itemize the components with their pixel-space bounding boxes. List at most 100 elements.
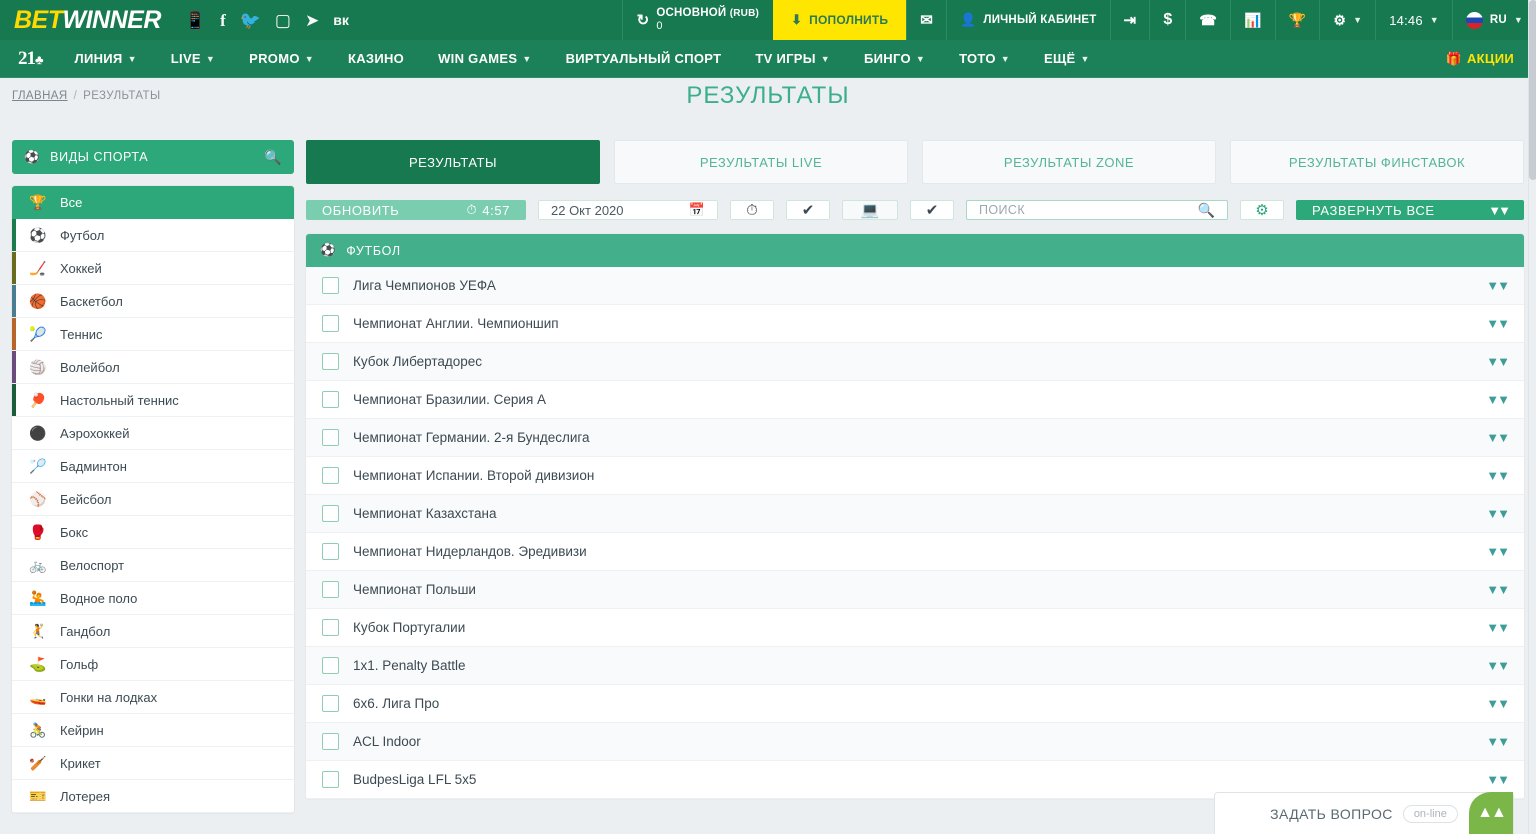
sidebar-item-15[interactable]: 🚤 Гонки на лодках	[12, 681, 294, 714]
sidebar-item-8[interactable]: 🏸 Бадминтон	[12, 450, 294, 483]
sidebar-item-13[interactable]: 🤾 Гандбол	[12, 615, 294, 648]
messages-button[interactable]: ✉	[906, 0, 946, 40]
league-checkbox[interactable]	[322, 543, 339, 560]
league-checkbox[interactable]	[322, 733, 339, 750]
deposit-button[interactable]: ⬇ ПОПОЛНИТЬ	[773, 0, 907, 40]
nav-item-5[interactable]: ВИРТУАЛЬНЫЙ СПОРТ	[549, 40, 739, 77]
sidebar-item-3[interactable]: 🏀 Баскетбол	[12, 285, 294, 318]
league-checkbox[interactable]	[322, 277, 339, 294]
confirm-display-button[interactable]: ✔	[910, 200, 954, 220]
double-chevron-down-icon[interactable]: ▼▼	[1486, 772, 1510, 787]
nav-item-6[interactable]: TV ИГРЫ ▼	[738, 40, 847, 77]
settings-button[interactable]: ⚙ ▼	[1319, 0, 1375, 40]
double-chevron-down-icon[interactable]: ▼▼	[1486, 354, 1510, 369]
league-checkbox[interactable]	[322, 315, 339, 332]
scroll-to-top-button[interactable]: ▲▲	[1469, 792, 1513, 834]
sidebar-item-0[interactable]: 🏆 Все	[12, 186, 294, 219]
league-row[interactable]: Чемпионат Нидерландов. Эредивизи ▼▼	[306, 533, 1524, 571]
statistics-button[interactable]: 📊	[1230, 0, 1275, 40]
double-chevron-down-icon[interactable]: ▼▼	[1486, 468, 1510, 483]
tab-3[interactable]: РЕЗУЛЬТАТЫ ФИНСТАВОК	[1230, 140, 1524, 184]
sidebar-item-14[interactable]: ⛳ Гольф	[12, 648, 294, 681]
double-chevron-down-icon[interactable]: ▼▼	[1486, 392, 1510, 407]
nav-item-3[interactable]: КАЗИНО	[331, 40, 421, 77]
sidebar-item-2[interactable]: 🏒 Хоккей	[12, 252, 294, 285]
expand-all-button[interactable]: РАЗВЕРНУТЬ ВСЕ ▼▼	[1296, 200, 1524, 220]
league-row[interactable]: 6x6. Лига Про ▼▼	[306, 685, 1524, 723]
search-input[interactable]	[979, 203, 1198, 217]
league-row[interactable]: Лига Чемпионов УЕФА ▼▼	[306, 267, 1524, 305]
sidebar-item-17[interactable]: 🏏 Крикет	[12, 747, 294, 780]
brand-logo[interactable]: BET WINNER	[0, 0, 167, 40]
nav-item-2[interactable]: PROMO ▼	[232, 40, 331, 77]
tournaments-button[interactable]: 🏆	[1274, 0, 1320, 40]
time-filter-button[interactable]: ⏱	[730, 200, 774, 220]
facebook-icon[interactable]: f	[220, 12, 226, 29]
league-checkbox[interactable]	[322, 353, 339, 370]
search-icon[interactable]: 🔍	[1198, 202, 1215, 219]
page-scrollbar[interactable]	[1528, 0, 1536, 834]
nav-item-8[interactable]: ТОТО ▼	[942, 40, 1027, 77]
tab-1[interactable]: РЕЗУЛЬТАТЫ LIVE	[614, 140, 908, 184]
league-row[interactable]: Чемпионат Казахстана ▼▼	[306, 495, 1524, 533]
league-row[interactable]: Чемпионат Бразилии. Серия А ▼▼	[306, 381, 1524, 419]
refresh-button[interactable]: ОБНОВИТЬ ⏱ 4:57	[306, 200, 526, 220]
league-checkbox[interactable]	[322, 581, 339, 598]
settings-button[interactable]: ⚙	[1240, 200, 1284, 220]
tab-2[interactable]: РЕЗУЛЬТАТЫ ZONE	[922, 140, 1216, 184]
nav-item-9[interactable]: ЕЩЁ ▼	[1027, 40, 1107, 77]
sidebar-item-1[interactable]: ⚽ Футбол	[12, 219, 294, 252]
double-chevron-down-icon[interactable]: ▼▼	[1486, 316, 1510, 331]
sidebar-item-18[interactable]: 🎫 Лотерея	[12, 780, 294, 813]
league-row[interactable]: Чемпионат Англии. Чемпионшип ▼▼	[306, 305, 1524, 343]
vk-icon[interactable]: вк	[333, 13, 349, 27]
double-chevron-down-icon[interactable]: ▼▼	[1486, 544, 1510, 559]
clock-widget[interactable]: 14:46 ▼	[1375, 0, 1452, 40]
league-row[interactable]: Чемпионат Германии. 2-я Бундеслига ▼▼	[306, 419, 1524, 457]
sport-section-header[interactable]: ⚽ ФУТБОЛ	[306, 234, 1524, 267]
sidebar-item-5[interactable]: 🏐 Волейбол	[12, 351, 294, 384]
sidebar-item-4[interactable]: 🎾 Теннис	[12, 318, 294, 351]
league-row[interactable]: Чемпионат Испании. Второй дивизион ▼▼	[306, 457, 1524, 495]
language-selector[interactable]: RU ▼	[1451, 0, 1536, 40]
sidebar-item-7[interactable]: ⚫ Аэрохоккей	[12, 417, 294, 450]
promotions-link[interactable]: 🎁 АКЦИИ	[1428, 40, 1536, 77]
league-row[interactable]: Кубок Либертадорес ▼▼	[306, 343, 1524, 381]
sidebar-item-11[interactable]: 🚲 Велоспорт	[12, 549, 294, 582]
sidebar-item-12[interactable]: 🤽 Водное поло	[12, 582, 294, 615]
double-chevron-down-icon[interactable]: ▼▼	[1486, 278, 1510, 293]
display-mode-button[interactable]: 💻	[842, 200, 898, 220]
league-checkbox[interactable]	[322, 695, 339, 712]
league-row[interactable]: Чемпионат Польши ▼▼	[306, 571, 1524, 609]
nav-21-logo[interactable]: 21♣	[0, 48, 58, 70]
sidebar-item-6[interactable]: 🏓 Настольный теннис	[12, 384, 294, 417]
date-picker[interactable]: 22 Окт 2020 📅	[538, 200, 718, 220]
telegram-icon[interactable]: ➤	[305, 12, 319, 29]
double-chevron-down-icon[interactable]: ▼▼	[1486, 734, 1510, 749]
nav-item-1[interactable]: LIVE ▼	[154, 40, 232, 77]
refresh-balance-icon[interactable]: ↻	[637, 11, 650, 29]
scrollbar-thumb[interactable]	[1529, 0, 1536, 180]
search-icon[interactable]: 🔍	[264, 149, 282, 166]
double-chevron-down-icon[interactable]: ▼▼	[1486, 696, 1510, 711]
tab-0[interactable]: РЕЗУЛЬТАТЫ	[306, 140, 600, 184]
league-checkbox[interactable]	[322, 429, 339, 446]
breadcrumb-home-link[interactable]: ГЛАВНАЯ	[12, 90, 68, 102]
league-row[interactable]: 1x1. Penalty Battle ▼▼	[306, 647, 1524, 685]
calendar-icon[interactable]: 📅	[689, 202, 705, 218]
sidebar-item-16[interactable]: 🚴 Кейрин	[12, 714, 294, 747]
twitter-icon[interactable]: 🐦	[240, 12, 261, 29]
nav-item-0[interactable]: ЛИНИЯ ▼	[58, 40, 154, 77]
chat-widget[interactable]: ЗАДАТЬ ВОПРОС on-line ▲▲	[1214, 792, 1514, 834]
league-checkbox[interactable]	[322, 505, 339, 522]
league-row[interactable]: Кубок Португалии ▼▼	[306, 609, 1524, 647]
phone-button[interactable]: ☎	[1185, 0, 1230, 40]
nav-item-4[interactable]: WIN GAMES ▼	[421, 40, 548, 77]
sidebar-header[interactable]: ⚽ ВИДЫ СПОРТА 🔍	[12, 140, 294, 174]
league-row[interactable]: ACL Indoor ▼▼	[306, 723, 1524, 761]
league-checkbox[interactable]	[322, 391, 339, 408]
double-chevron-down-icon[interactable]: ▼▼	[1486, 620, 1510, 635]
double-chevron-down-icon[interactable]: ▼▼	[1486, 430, 1510, 445]
balance-widget[interactable]: ↻ ОСНОВНОЙ (RUB) 0	[621, 0, 773, 40]
mobile-icon[interactable]: 📱	[185, 12, 206, 29]
